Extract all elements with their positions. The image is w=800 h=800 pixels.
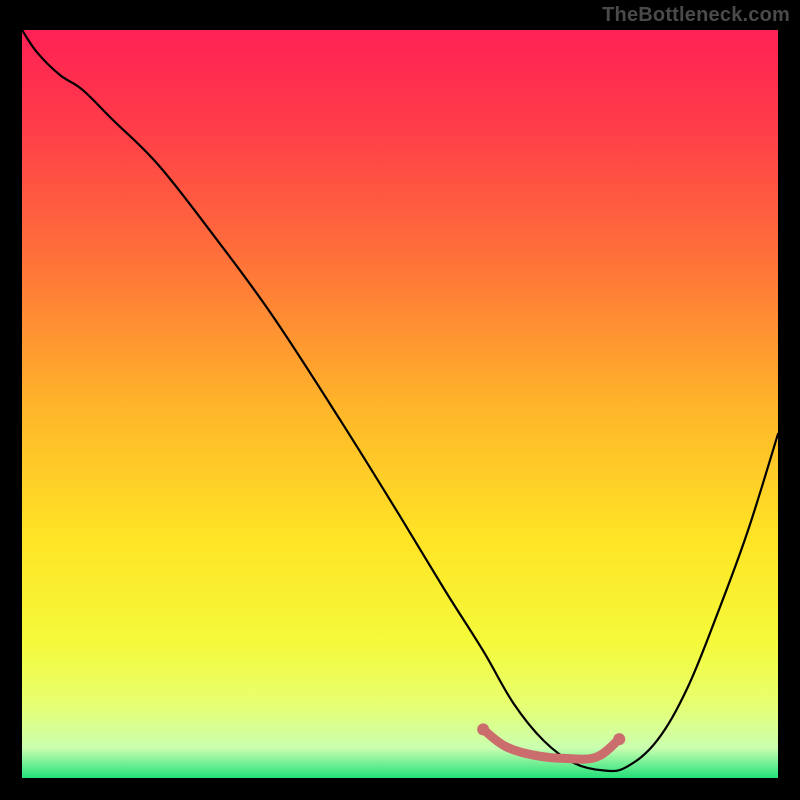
watermark-text: TheBottleneck.com (602, 4, 790, 27)
plot-area (22, 30, 778, 778)
optimal-range-start-dot (477, 723, 489, 735)
chart-svg (22, 30, 778, 778)
optimal-range-end-dot (613, 733, 625, 745)
chart-container: TheBottleneck.com (0, 0, 800, 800)
